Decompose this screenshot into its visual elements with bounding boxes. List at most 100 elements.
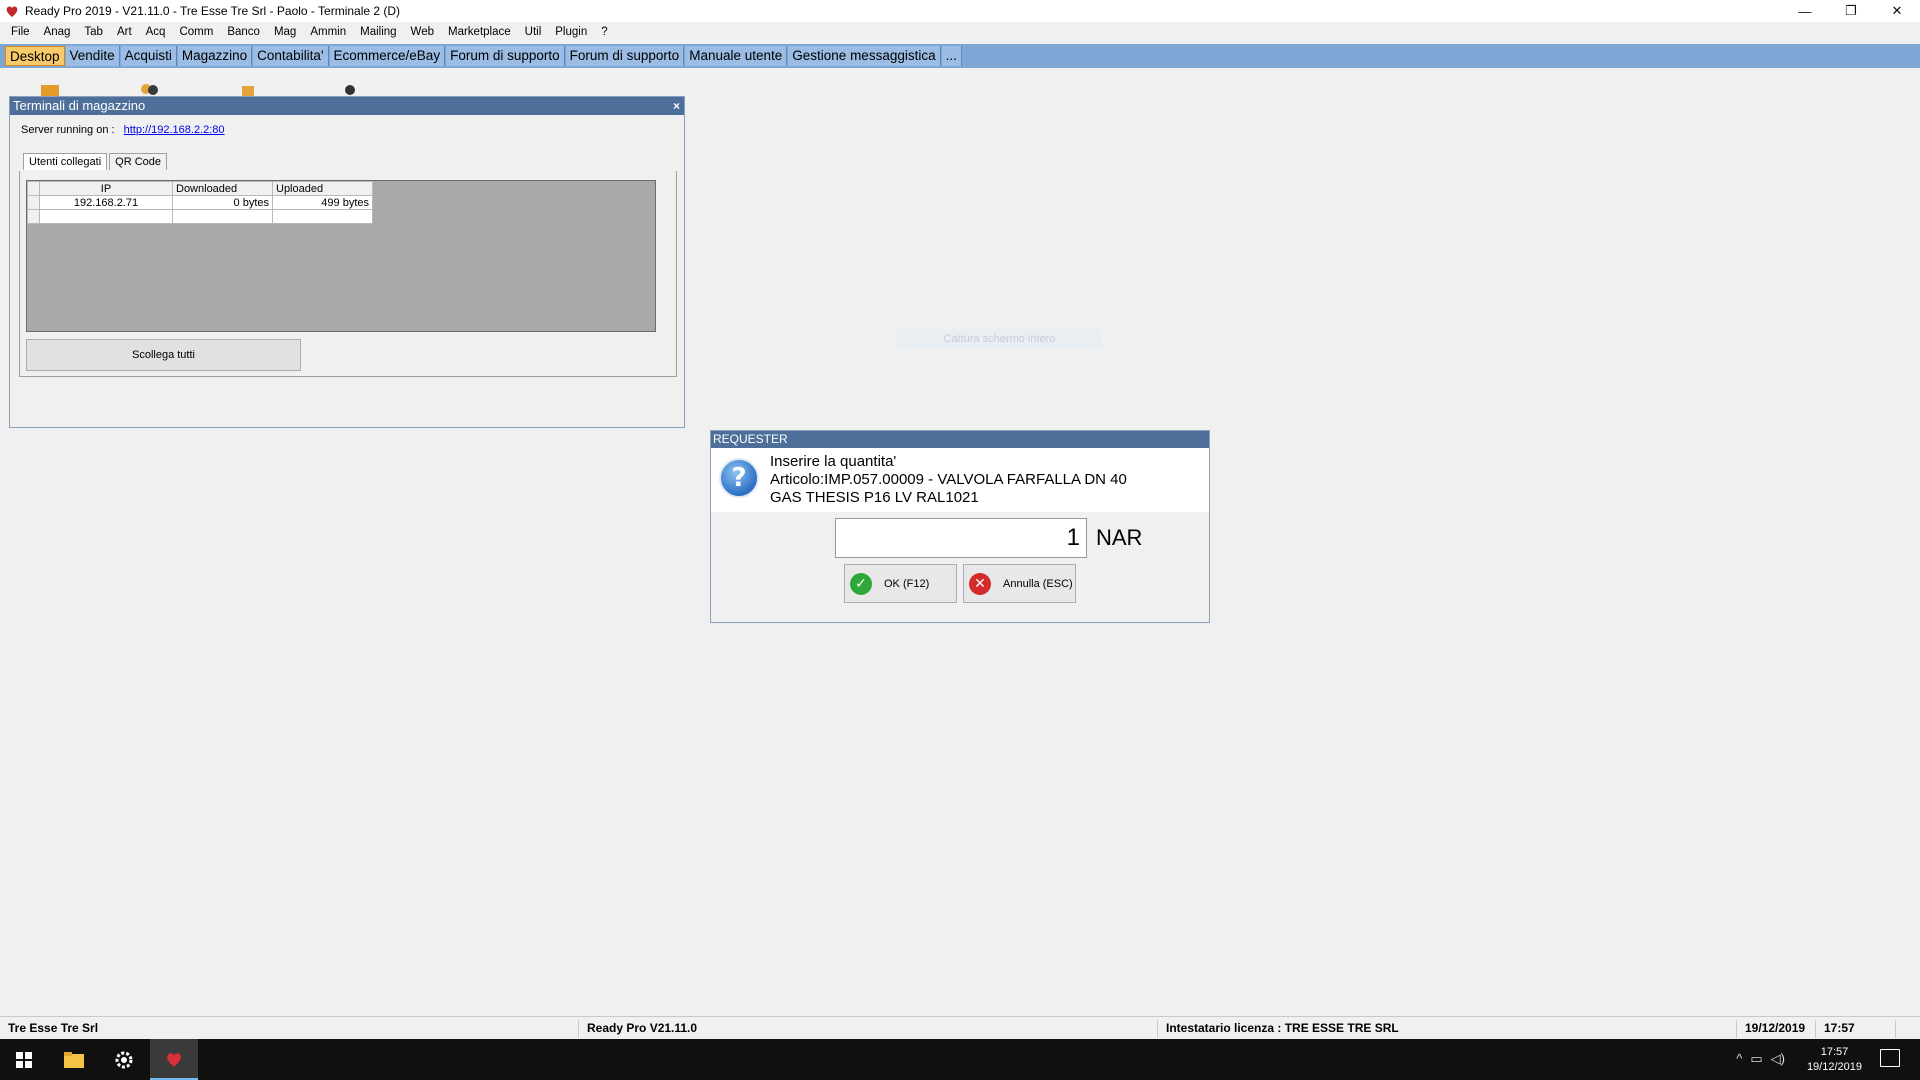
ok-button-label: OK (F12) — [884, 577, 930, 590]
tab-more[interactable]: ... — [941, 46, 962, 66]
connected-users-grid: IP Downloaded Uploaded 192.168.2.71 0 by… — [26, 180, 656, 332]
status-date: 19/12/2019 — [1736, 1020, 1805, 1038]
menu-comm[interactable]: Comm — [172, 22, 220, 43]
file-explorer-button[interactable] — [50, 1039, 98, 1080]
requester-title[interactable]: REQUESTER — [711, 431, 1209, 448]
terminal-window-titlebar[interactable]: Terminali di magazzino × — [10, 97, 684, 115]
tab-acquisti[interactable]: Acquisti — [120, 46, 177, 66]
menu-file[interactable]: File — [4, 22, 37, 43]
window-title: Ready Pro 2019 - V21.11.0 - Tre Esse Tre… — [25, 4, 401, 18]
users-table: IP Downloaded Uploaded 192.168.2.71 0 by… — [27, 181, 373, 224]
column-header-downloaded[interactable]: Downloaded — [172, 181, 273, 196]
message-line-2: Articolo:IMP.057.00009 - VALVOLA FARFALL… — [770, 471, 1127, 488]
restore-button[interactable]: ❐ — [1828, 0, 1874, 22]
tab-desktop[interactable]: Desktop — [5, 46, 65, 66]
menu-help[interactable]: ? — [594, 22, 614, 43]
tab-qr-code[interactable]: QR Code — [109, 153, 168, 170]
message-line-1: Inserire la quantita' — [770, 453, 897, 470]
cell-empty[interactable] — [272, 209, 373, 224]
menu-plugin[interactable]: Plugin — [548, 22, 594, 43]
desktop-shortcut-icon[interactable] — [39, 82, 61, 96]
question-icon: ? — [719, 458, 759, 498]
column-header-ip[interactable]: IP — [39, 181, 173, 196]
table-row[interactable]: 192.168.2.71 0 bytes 499 bytes — [27, 195, 373, 210]
users-shortcut-icon[interactable] — [138, 82, 160, 96]
start-button[interactable] — [0, 1039, 48, 1080]
cell-ip[interactable]: 192.168.2.71 — [39, 195, 173, 210]
menu-marketplace[interactable]: Marketplace — [441, 22, 518, 43]
menu-art[interactable]: Art — [110, 22, 139, 43]
close-icon[interactable]: × — [673, 97, 680, 115]
close-window-button[interactable]: ✕ — [1874, 0, 1920, 22]
tab-forum-2[interactable]: Forum di supporto — [565, 46, 685, 66]
ok-button[interactable]: ✓ OK (F12) — [844, 564, 957, 603]
tab-ecommerce[interactable]: Ecommerce/eBay — [329, 46, 446, 66]
requester-dialog: REQUESTER ? Inserire la quantita' Artico… — [710, 430, 1210, 623]
cell-downloaded[interactable]: 0 bytes — [172, 195, 273, 210]
windows-logo-icon — [16, 1051, 32, 1068]
status-company: Tre Esse Tre Srl — [8, 1021, 99, 1035]
row-indicator-header — [27, 181, 40, 196]
status-license: Intestatario licenza : TRE ESSE TRE SRL — [1157, 1020, 1399, 1038]
worker-shortcut-icon[interactable] — [236, 82, 258, 96]
check-icon: ✓ — [850, 572, 872, 595]
table-header-row: IP Downloaded Uploaded — [27, 181, 373, 196]
tab-utenti-collegati[interactable]: Utenti collegati — [23, 153, 108, 170]
tab-forum-1[interactable]: Forum di supporto — [446, 46, 565, 66]
system-tray: ^ ▭ ◁) — [1736, 1051, 1785, 1067]
minimize-button[interactable]: — — [1782, 0, 1828, 22]
quantity-input[interactable] — [835, 518, 1087, 558]
menu-util[interactable]: Util — [518, 22, 549, 43]
disconnect-all-button[interactable]: Scollega tutti — [26, 339, 301, 371]
taskbar-clock[interactable]: 17:57 19/12/2019 — [1807, 1045, 1862, 1075]
menu-anag[interactable]: Anag — [37, 22, 78, 43]
network-icon[interactable]: ▭ — [1750, 1051, 1762, 1067]
terminal-tabs: Utenti collegati QR Code — [23, 153, 169, 170]
server-label: Server running on : — [21, 124, 115, 136]
folder-icon — [64, 1051, 84, 1068]
row-indicator — [27, 195, 40, 210]
ready-pro-taskbar-button[interactable] — [150, 1039, 198, 1080]
terminal-window-title: Terminali di magazzino — [13, 98, 146, 113]
cancel-button-label: Annulla (ESC) — [1003, 577, 1073, 590]
person-shortcut-icon[interactable] — [339, 82, 361, 96]
app-logo-icon — [167, 1052, 181, 1067]
volume-icon[interactable]: ◁) — [1771, 1051, 1785, 1067]
server-url-link[interactable]: http://192.168.2.2:80 — [124, 124, 225, 136]
menu-mailing[interactable]: Mailing — [353, 22, 403, 43]
menu-mag[interactable]: Mag — [267, 22, 303, 43]
gear-icon — [115, 1051, 133, 1068]
main-tab-bar: Desktop Vendite Acquisti Magazzino Conta… — [0, 44, 1920, 68]
settings-button[interactable] — [100, 1039, 148, 1080]
unit-label: NAR — [1096, 525, 1143, 550]
tab-vendite[interactable]: Vendite — [65, 46, 120, 66]
menu-tab[interactable]: Tab — [77, 22, 110, 43]
tab-contabilita[interactable]: Contabilita' — [253, 46, 329, 66]
notification-center-icon[interactable] — [1880, 1049, 1900, 1067]
capture-screen-label[interactable]: Cattura schermo intero — [897, 329, 1102, 349]
cancel-button[interactable]: ✕ Annulla (ESC) — [963, 564, 1076, 603]
message-line-3: GAS THESIS P16 LV RAL1021 — [770, 489, 979, 506]
tray-expand-icon[interactable]: ^ — [1736, 1051, 1742, 1067]
menu-ammin[interactable]: Ammin — [303, 22, 353, 43]
taskbar: ^ ▭ ◁) 17:57 19/12/2019 — [0, 1039, 1920, 1080]
column-header-uploaded[interactable]: Uploaded — [272, 181, 373, 196]
menu-acq[interactable]: Acq — [139, 22, 173, 43]
tab-manuale[interactable]: Manuale utente — [685, 46, 788, 66]
requester-message-area: ? Inserire la quantita' Articolo:IMP.057… — [711, 448, 1209, 512]
menu-web[interactable]: Web — [404, 22, 441, 43]
tab-messaggistica[interactable]: Gestione messaggistica — [788, 46, 941, 66]
tab-magazzino[interactable]: Magazzino — [177, 46, 253, 66]
menu-banco[interactable]: Banco — [220, 22, 267, 43]
server-row: Server running on : http://192.168.2.2:8… — [21, 124, 225, 136]
table-row-empty[interactable] — [27, 209, 373, 224]
cell-empty[interactable] — [172, 209, 273, 224]
cancel-icon: ✕ — [969, 572, 991, 595]
status-spare — [1895, 1020, 1920, 1038]
status-version: Ready Pro V21.11.0 — [578, 1020, 697, 1038]
cell-uploaded[interactable]: 499 bytes — [272, 195, 373, 210]
cell-empty[interactable] — [39, 209, 173, 224]
row-indicator — [27, 209, 40, 224]
clock-time: 17:57 — [1820, 1046, 1849, 1058]
status-time: 17:57 — [1815, 1020, 1855, 1038]
